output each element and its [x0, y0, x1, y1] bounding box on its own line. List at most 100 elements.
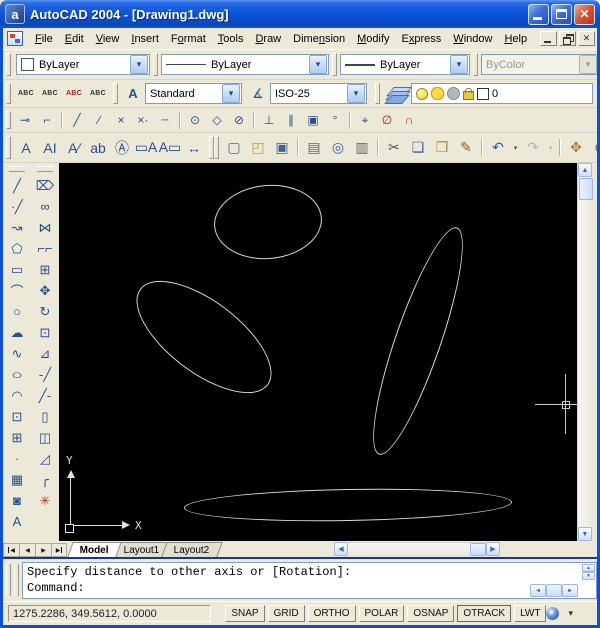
lineweight-combo[interactable]: ByLayer — [340, 54, 470, 75]
extend-icon[interactable]: ╱- — [33, 385, 57, 406]
snap-center-icon[interactable]: ⊙ — [184, 110, 206, 130]
fillet-icon[interactable]: ╭ — [33, 469, 57, 490]
text-style-icon[interactable]: Ⓐ — [110, 136, 134, 160]
snap-parallel-icon[interactable]: ∥ — [280, 110, 302, 130]
multiline-text-icon[interactable]: A — [5, 511, 29, 532]
make-block-icon[interactable]: ⊞ — [5, 427, 29, 448]
osnap-settings-icon[interactable]: ∩ — [398, 110, 420, 130]
copy-object-icon[interactable]: ∞ — [33, 196, 57, 217]
prev-tab-button[interactable]: ◀ — [19, 543, 35, 557]
title-bar[interactable]: a AutoCAD 2004 - [Drawing1.dwg] — [0, 0, 600, 28]
horizontal-scrollbar[interactable] — [334, 542, 500, 556]
toggle-lwt[interactable]: LWT — [514, 605, 547, 622]
text-mask-icon[interactable]: ABC — [38, 83, 62, 105]
snap-quadrant-icon[interactable]: ◇ — [206, 110, 228, 130]
layers-icon[interactable] — [384, 86, 412, 104]
snap-apparent-intersection-icon[interactable]: ×· — [132, 110, 154, 130]
chevron-down-icon[interactable] — [130, 55, 148, 74]
scroll-right-button[interactable] — [562, 583, 578, 597]
drawing-file-icon[interactable] — [7, 31, 23, 46]
polygon-icon[interactable]: ⬠ — [5, 238, 29, 259]
toolbar-grip[interactable] — [214, 136, 219, 159]
zoom-realtime-icon[interactable]: ⊕ — [588, 136, 597, 160]
tab-model[interactable]: Model — [67, 542, 122, 557]
paste-icon[interactable]: ❐ — [430, 136, 454, 160]
rectangle-icon[interactable]: ▭ — [5, 259, 29, 280]
dim-style-combo[interactable]: ISO-25 — [270, 83, 367, 104]
toolbar-grip[interactable] — [6, 110, 11, 130]
mdi-minimize-button[interactable] — [540, 31, 557, 46]
layer-combo[interactable]: 0 — [411, 83, 593, 104]
plot-preview-icon[interactable]: ◎ — [326, 136, 350, 160]
match-properties-icon[interactable]: ✎ — [454, 136, 478, 160]
toolbar-grip[interactable] — [113, 83, 118, 104]
maximize-button[interactable] — [551, 3, 572, 25]
menu-help[interactable]: Help — [498, 30, 533, 48]
dim-style-icon[interactable]: ∡ — [246, 83, 270, 105]
linetype-combo[interactable]: ByLayer — [161, 54, 329, 75]
menu-tools[interactable]: Tools — [212, 30, 250, 48]
scroll-left-button[interactable] — [530, 583, 546, 597]
redo-icon[interactable]: ↷ — [521, 136, 545, 160]
line-icon[interactable]: ╱ — [5, 175, 29, 196]
convert-distance-icon[interactable]: ↔ — [182, 136, 206, 160]
mdi-close-button[interactable] — [578, 31, 595, 46]
menu-draw[interactable]: Draw — [249, 30, 287, 48]
text-fit-icon[interactable]: ABC — [14, 83, 38, 105]
chevron-down-icon[interactable] — [309, 55, 327, 74]
horizontal-scroll-track[interactable] — [348, 542, 486, 556]
spline-icon[interactable]: ∿ — [5, 343, 29, 364]
toolbar-grip[interactable] — [473, 53, 478, 76]
toggle-ortho[interactable]: ORTHO — [307, 605, 356, 622]
menu-view[interactable]: View — [90, 30, 126, 48]
snap-insert-icon[interactable]: ▣ — [302, 110, 324, 130]
toggle-osnap[interactable]: OSNAP — [407, 605, 455, 622]
move-icon[interactable]: ✥ — [33, 280, 57, 301]
chevron-down-icon[interactable] — [222, 84, 240, 103]
array-icon[interactable]: ⊞ — [33, 259, 57, 280]
text-style-combo[interactable]: Standard — [145, 83, 242, 104]
plot-icon[interactable]: ▤ — [302, 136, 326, 160]
point-icon[interactable]: ∙ — [5, 448, 29, 469]
text-style-icon[interactable]: A — [121, 83, 145, 105]
menu-file[interactable]: File — [29, 30, 59, 48]
snap-tangent-icon[interactable]: ⊘ — [228, 110, 250, 130]
insert-block-icon[interactable]: ⊡ — [5, 406, 29, 427]
arc-aligned-text-icon[interactable]: ABC — [86, 83, 110, 105]
undo-icon[interactable]: ↶ — [486, 136, 510, 160]
drawing-canvas[interactable]: Y X — [59, 163, 577, 541]
scroll-up-button[interactable] — [582, 563, 595, 572]
vertical-scroll-thumb[interactable] — [579, 178, 593, 200]
menu-insert[interactable]: Insert — [125, 30, 165, 48]
snap-nearest-icon[interactable]: ⌖ — [354, 110, 376, 130]
polyline-icon[interactable]: ↝ — [5, 217, 29, 238]
vertical-scrollbar[interactable] — [577, 163, 593, 541]
close-button[interactable] — [574, 3, 595, 25]
toolbar-grip[interactable] — [153, 53, 158, 76]
break-at-point-icon[interactable]: ▯ — [33, 406, 57, 427]
scroll-thumb[interactable] — [546, 583, 562, 597]
chevron-down-icon[interactable] — [450, 55, 468, 74]
undo-dropdown[interactable]: ▾ — [510, 136, 521, 160]
scale-text-icon[interactable]: ▭A — [134, 136, 158, 160]
erase-icon[interactable]: ⌦ — [33, 175, 57, 196]
toggle-otrack[interactable]: OTRACK — [457, 605, 512, 622]
next-tab-button[interactable]: ▶ — [35, 543, 51, 557]
ellipse-arc-icon[interactable]: ◠ — [5, 385, 29, 406]
multiline-text-icon[interactable]: A — [14, 136, 38, 160]
toggle-grid[interactable]: GRID — [267, 605, 305, 622]
pan-realtime-icon[interactable]: ✥ — [564, 136, 588, 160]
justify-text-icon[interactable]: A▭ — [158, 136, 182, 160]
mdi-restore-button[interactable] — [559, 31, 576, 46]
toggle-snap[interactable]: SNAP — [225, 605, 265, 622]
find-replace-icon[interactable]: ab — [86, 136, 110, 160]
toolbar-grip[interactable] — [332, 53, 337, 76]
communication-center-icon[interactable] — [546, 607, 560, 620]
snap-none-icon[interactable]: ∅ — [376, 110, 398, 130]
color-combo[interactable]: ByLayer — [16, 54, 150, 75]
chamfer-icon[interactable]: ◿ — [33, 448, 57, 469]
horizontal-scroll-thumb[interactable] — [470, 543, 486, 556]
chevron-down-icon[interactable] — [347, 84, 365, 103]
menu-window[interactable]: Window — [447, 30, 498, 48]
scroll-up-button[interactable] — [578, 163, 592, 177]
